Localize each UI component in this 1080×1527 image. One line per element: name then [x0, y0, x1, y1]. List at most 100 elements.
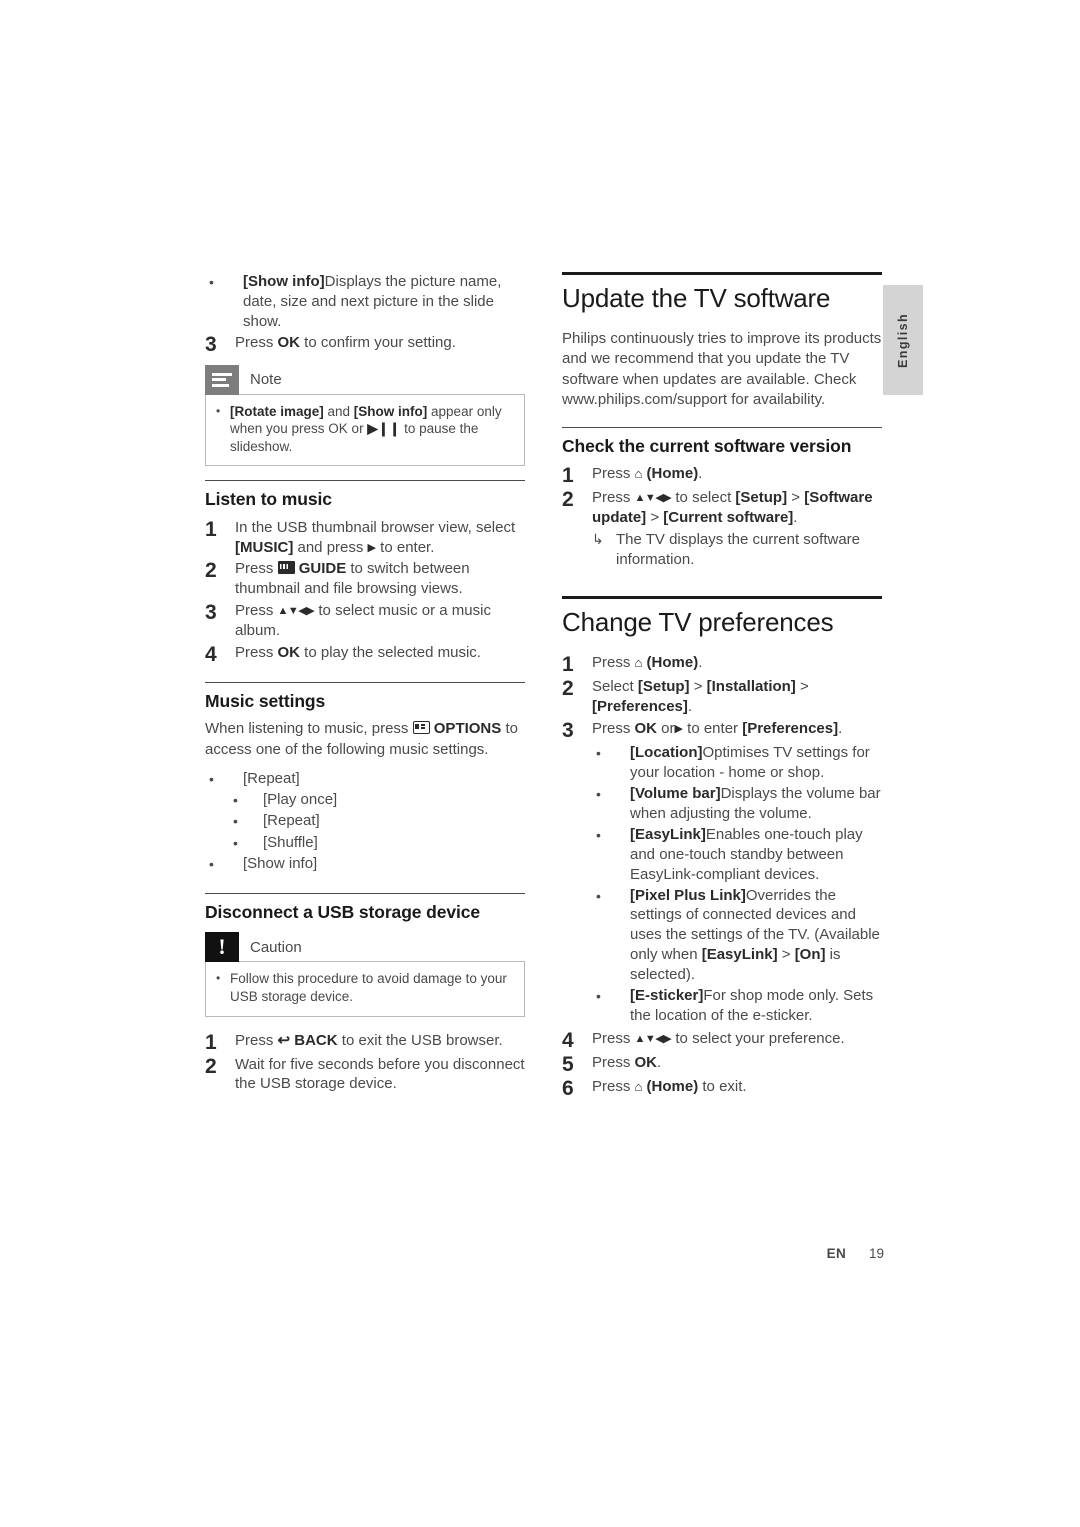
caution-bullet: • Follow this procedure to avoid damage … — [214, 970, 514, 1005]
home-key-icon: ⌂ — [634, 655, 643, 671]
language-tab-label: English — [896, 312, 910, 368]
step-text: Press OK. — [592, 1053, 882, 1073]
menu-separator: > — [689, 678, 707, 696]
current-software-menu-label: [Current software] — [663, 509, 794, 527]
note-callout: Note • [Rotate image] and [Show info] ap… — [205, 364, 525, 467]
show-info-bullet: • [Show info]Displays the picture name, … — [205, 272, 525, 332]
listen-to-music-heading: Listen to music — [205, 489, 332, 510]
step-number: 4 — [205, 643, 217, 667]
step-number: 2 — [562, 677, 574, 701]
preferences-menu-label: [Preferences] — [742, 719, 839, 737]
navigation-arrows-icon: ▲▼◀▶ — [634, 492, 672, 505]
note-callout-title: Note — [250, 371, 282, 389]
caution-callout-title: Caution — [250, 938, 302, 956]
step-pre: Press — [235, 333, 278, 351]
back-key-icon: ↩ — [277, 1031, 291, 1049]
music-setting-label: [Play once] — [263, 791, 338, 809]
right-arrow-icon: ▶ — [674, 722, 683, 735]
step-press-back: 1 Press ↩ BACK to exit the USB browser. — [205, 1031, 525, 1053]
ok-key-label: OK — [634, 719, 658, 737]
note-bullet-text: [Rotate image] and [Show info] appear on… — [230, 403, 514, 456]
divider — [562, 272, 882, 275]
check-software-version-heading: Check the current software version — [562, 436, 852, 457]
step-press-guide: 2 Press GUIDE to switch between thumbnai… — [205, 559, 525, 599]
step-text: Wait for five seconds before you disconn… — [235, 1055, 525, 1093]
home-key-icon: ⌂ — [634, 466, 643, 482]
step-pre: Press — [592, 465, 635, 483]
navigation-arrows-icon: ▲▼◀▶ — [634, 1033, 672, 1046]
installation-menu-label: [Installation] — [706, 678, 796, 696]
step-post: . — [698, 465, 703, 483]
bullet-marker: • — [233, 792, 238, 809]
guide-key-icon — [277, 561, 295, 575]
step-mid2: to enter — [683, 719, 743, 737]
list-item-volume-bar: • [Volume bar]Displays the volume bar wh… — [592, 784, 882, 824]
step-pre: Press — [235, 1031, 278, 1049]
list-item-easylink: • [EasyLink]Enables one-touch play and o… — [592, 825, 882, 885]
location-label: [Location] — [630, 743, 703, 761]
bullet-marker: • — [209, 770, 214, 787]
ok-key-label: OK — [634, 1054, 658, 1072]
caution-callout-body: • Follow this procedure to avoid damage … — [205, 961, 525, 1017]
bullet-marker: • — [596, 826, 601, 843]
step-mid: or — [657, 719, 675, 737]
step-select-music: 3 Press ▲▼◀▶ to select music or a music … — [205, 601, 525, 641]
volume-bar-label: [Volume bar] — [630, 784, 721, 802]
guide-key-label: GUIDE — [298, 560, 347, 578]
step-press-ok-play: 4 Press OK to play the selected music. — [205, 643, 525, 665]
step-post: to confirm your setting. — [300, 333, 456, 351]
divider — [562, 427, 882, 429]
update-tv-software-paragraph: Philips continuously tries to improve it… — [562, 330, 882, 408]
preferences-menu-label: [Preferences] — [592, 698, 688, 716]
manual-page: • [Show info]Displays the picture name, … — [0, 0, 1080, 1527]
step-pre: Press — [592, 1054, 635, 1072]
step-pre: Press — [592, 1030, 635, 1048]
options-key-icon — [412, 721, 430, 735]
step-text: Press ⌂ (Home). — [592, 464, 882, 484]
step-number: 2 — [205, 1054, 217, 1078]
show-info-bullet-text: [Show info]Displays the picture name, da… — [243, 272, 525, 332]
step-number: 1 — [562, 653, 574, 677]
e-sticker-label: [E-sticker] — [630, 987, 704, 1005]
step-text: Press ⌂ (Home) to exit. — [592, 1077, 882, 1097]
step-press-home: 1 Press ⌂ (Home). — [562, 464, 882, 486]
rotate-image-label: [Rotate image] — [230, 403, 324, 419]
easylink-label: [EasyLink] — [630, 825, 706, 843]
bullet-marker: • — [209, 856, 214, 873]
list-item-e-sticker: • [E-sticker]For shop mode only. Sets th… — [592, 986, 882, 1026]
note-lines-icon — [205, 364, 239, 395]
step-enter-preferences: 3 Press OK or▶ to enter [Preferences]. — [562, 719, 882, 741]
step-pre: Select — [592, 678, 638, 696]
step-text: Press ↩ BACK to exit the USB browser. — [235, 1031, 525, 1051]
music-settings-list: • [Repeat] • [Play once] • [Repeat] • [S… — [205, 769, 525, 874]
bullet-marker: • — [596, 744, 601, 761]
footer-page-number: 19 — [868, 1246, 884, 1261]
update-tv-software-heading: Update the TV software — [562, 283, 831, 313]
on-label: [On] — [794, 946, 826, 964]
note-callout-header: Note — [205, 364, 525, 395]
easylink-label: [EasyLink] — [701, 946, 778, 964]
music-setting-label: [Repeat] — [243, 769, 300, 787]
music-setting-label: [Show info] — [243, 855, 318, 873]
home-key-icon: ⌂ — [634, 1079, 643, 1095]
language-tab: English — [883, 285, 923, 395]
note-conj: and — [323, 403, 354, 419]
step-text: Press ▲▼◀▶ to select music or a music al… — [235, 601, 525, 641]
home-key-label: (Home) — [646, 654, 699, 672]
note-callout-body: • [Rotate image] and [Show info] appear … — [205, 393, 525, 467]
bullet-marker: • — [209, 274, 214, 290]
navigation-arrows-icon: ▲▼◀▶ — [277, 605, 315, 618]
step-press-home: 1 Press ⌂ (Home). — [562, 653, 882, 675]
step-text: Press ▲▼◀▶ to select [Setup] > [Software… — [592, 488, 882, 528]
step-post: . — [687, 698, 693, 716]
note-bullet: • [Rotate image] and [Show info] appear … — [214, 403, 514, 456]
step-post: . — [838, 719, 843, 737]
right-column: Update the TV software Philips continuou… — [562, 272, 882, 1101]
result-note: ↳ The TV displays the current software i… — [592, 530, 882, 570]
menu-separator: > — [795, 678, 809, 696]
step-number: 5 — [562, 1053, 574, 1077]
preference-options-list: • [Location]Optimises TV settings for yo… — [562, 743, 882, 1026]
options-key-label: OPTIONS — [433, 720, 502, 738]
preference-item-text: [Volume bar]Displays the volume bar when… — [630, 784, 882, 824]
step-confirm-setting: 3 Press OK to confirm your setting. — [205, 333, 525, 355]
